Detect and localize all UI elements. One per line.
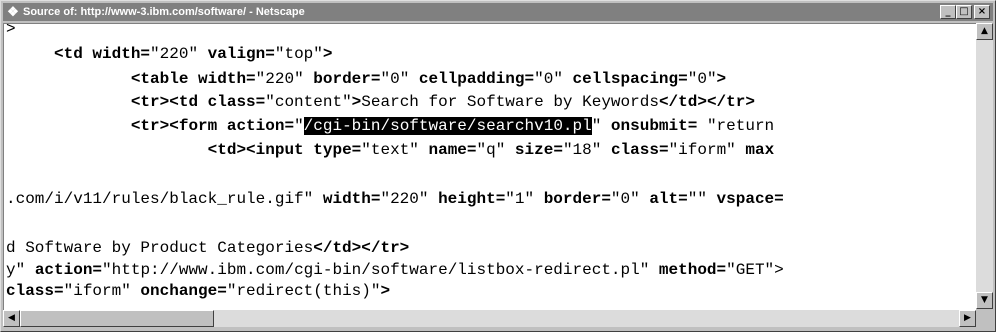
scroll-up-button[interactable]: ▲	[976, 23, 993, 40]
horizontal-scrollbar[interactable]: ◀ ▶	[3, 310, 976, 327]
code-text: "0"	[380, 70, 419, 88]
source-line: <tr><td class="content">Search for Softw…	[6, 90, 755, 114]
code-keyword: class=	[6, 282, 64, 300]
code-keyword: onchange=	[140, 282, 227, 300]
code-keyword: width=	[198, 70, 256, 88]
vertical-scrollbar[interactable]: ▲ ▼	[976, 23, 993, 309]
code-keyword: <td><input	[207, 141, 314, 159]
code-keyword: </td></tr>	[658, 93, 755, 111]
code-text: "GET">	[726, 261, 784, 279]
code-text: "0"	[610, 190, 650, 208]
code-keyword: >	[716, 70, 727, 88]
code-text: "0"	[534, 70, 573, 88]
source-line: <td><input type="text" name="q" size="18…	[6, 138, 775, 162]
source-line: .com/i/v11/rules/black_rule.gif" width="…	[6, 187, 784, 211]
code-text: y"	[6, 261, 35, 279]
code-keyword: size=	[514, 141, 563, 159]
horizontal-scroll-thumb[interactable]	[20, 310, 214, 327]
title-bar[interactable]: ❖ Source of: http://www-3.ibm.com/softwa…	[3, 3, 993, 21]
code-keyword: action=	[34, 261, 103, 279]
code-text: ""	[687, 190, 717, 208]
code-text: "top"	[274, 45, 323, 63]
code-text: "text"	[361, 141, 429, 159]
code-text: "220"	[380, 190, 439, 208]
highlighted-selection: /cgi-bin/software/searchv10.pl	[303, 117, 592, 135]
code-keyword: >	[380, 282, 391, 300]
code-keyword: <tr><form	[130, 117, 227, 135]
code-text: "iform"	[668, 141, 746, 159]
source-line: >	[6, 23, 16, 41]
arrow-right-icon: ▶	[964, 313, 971, 323]
code-text: "content"	[265, 93, 352, 111]
arrow-left-icon: ◀	[8, 313, 15, 323]
code-keyword: border=	[313, 70, 381, 88]
code-text: "q"	[476, 141, 515, 159]
source-view[interactable]: > <td width="220" valign="top"> <table w…	[3, 23, 976, 310]
code-keyword: cellspacing=	[572, 70, 688, 88]
code-text: d Software by Product Categories	[6, 239, 314, 257]
scroll-left-button[interactable]: ◀	[3, 310, 20, 327]
code-text: .com/i/v11/rules/black_rule.gif"	[6, 190, 323, 208]
source-window: ❖ Source of: http://www-3.ibm.com/softwa…	[0, 0, 996, 332]
code-keyword: border=	[543, 190, 611, 208]
code-keyword: <td	[54, 45, 93, 63]
code-text: >	[6, 23, 16, 38]
arrow-down-icon: ▼	[981, 295, 988, 305]
code-keyword: class=	[207, 93, 266, 111]
maximize-button[interactable]: □	[956, 5, 972, 19]
code-keyword: valign=	[207, 45, 275, 63]
code-text: "	[591, 117, 611, 135]
arrow-up-icon: ▲	[981, 26, 988, 36]
code-text: "220"	[150, 45, 208, 63]
code-text: Search for Software by Keywords	[361, 93, 659, 111]
code-text: "1"	[505, 190, 544, 208]
code-keyword: <tr><td	[130, 93, 208, 111]
code-keyword: </td></tr>	[313, 239, 410, 257]
source-line: <table width="220" border="0" cellpaddin…	[6, 67, 726, 91]
code-keyword: >	[351, 93, 362, 111]
code-keyword: width=	[92, 45, 151, 63]
code-text: "return	[697, 117, 775, 135]
code-keyword: <table	[130, 70, 199, 88]
code-keyword: alt=	[649, 190, 688, 208]
code-keyword: type=	[313, 141, 362, 159]
code-text: "220"	[255, 70, 314, 88]
code-text: "18"	[562, 141, 611, 159]
code-text: "http://www.ibm.com/cgi-bin/software/lis…	[102, 261, 659, 279]
code-keyword: vspace=	[716, 190, 784, 208]
code-keyword: method=	[658, 261, 727, 279]
code-keyword: width=	[322, 190, 381, 208]
source-line: <tr><form action="/cgi-bin/software/sear…	[6, 114, 774, 138]
code-keyword: height=	[438, 190, 506, 208]
source-line: d Software by Product Categories</td></t…	[6, 236, 409, 260]
scroll-down-button[interactable]: ▼	[976, 292, 993, 309]
code-keyword: >	[322, 45, 333, 63]
code-text: "0"	[687, 70, 717, 88]
code-keyword: max	[745, 141, 775, 159]
code-keyword: onsubmit=	[610, 117, 698, 135]
minimize-button[interactable]: _	[940, 5, 956, 19]
code-text: "iform"	[63, 282, 141, 300]
source-line: class="iform" onchange="redirect(this)">	[6, 279, 390, 303]
code-keyword: cellpadding=	[418, 70, 535, 88]
code-keyword: action=	[226, 117, 295, 135]
resize-grip[interactable]	[976, 310, 993, 327]
close-button[interactable]: ×	[974, 5, 990, 19]
netscape-app-icon[interactable]: ❖	[6, 5, 20, 19]
window-title: Source of: http://www-3.ibm.com/software…	[23, 6, 305, 18]
code-text: "redirect(this)"	[226, 282, 381, 300]
source-line: <td width="220" valign="top">	[6, 42, 332, 66]
code-keyword: name=	[428, 141, 477, 159]
code-keyword: class=	[610, 141, 669, 159]
scroll-right-button[interactable]: ▶	[959, 310, 976, 327]
code-text: "	[294, 117, 304, 135]
